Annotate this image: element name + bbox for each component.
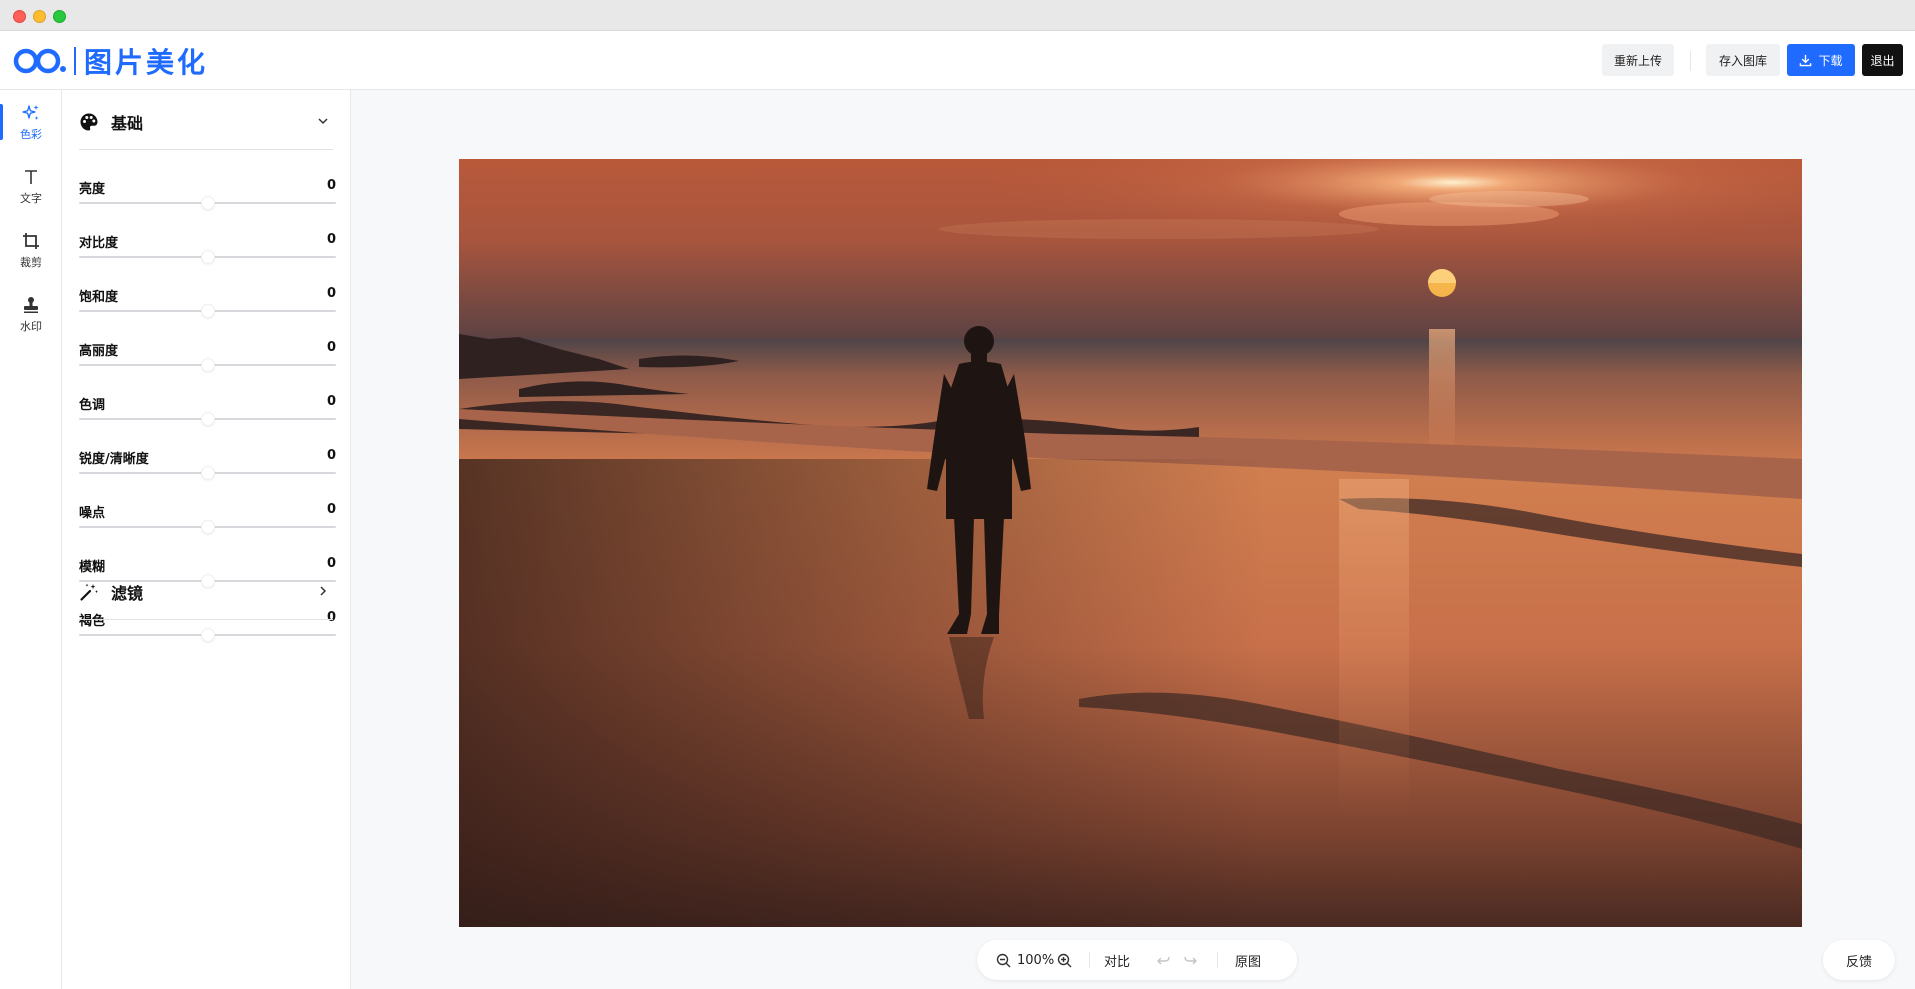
window-titlebar [0, 0, 1915, 31]
slider-thumb[interactable] [201, 250, 215, 264]
zoom-out-button[interactable] [996, 940, 1011, 980]
nav-label: 文字 [20, 191, 42, 205]
undo-button[interactable] [1156, 940, 1171, 980]
zoom-in-icon [1057, 953, 1072, 967]
zoom-in-button[interactable] [1057, 940, 1072, 980]
download-icon [1800, 54, 1812, 66]
app-title: 图片美化 [84, 46, 209, 79]
window-maximize-button[interactable] [53, 10, 66, 23]
slider-row: 高丽度 0 [79, 340, 336, 386]
exit-button[interactable]: 退出 [1862, 44, 1903, 76]
nav-label: 水印 [20, 319, 42, 333]
slider-thumb[interactable] [201, 520, 215, 534]
undo-icon [1157, 956, 1170, 964]
header-divider [1690, 51, 1691, 71]
slider-row: 亮度 0 [79, 178, 336, 224]
slider-label: 亮度 [79, 182, 106, 197]
slider-thumb[interactable] [201, 628, 215, 642]
slider-value: 0 [326, 286, 336, 301]
slider-value: 0 [326, 178, 336, 193]
slider-thumb[interactable] [201, 412, 215, 426]
slider-thumb[interactable] [201, 304, 215, 318]
logo-divider [74, 47, 76, 75]
slider-thumb[interactable] [201, 466, 215, 480]
zoom-level: 100% [1017, 952, 1055, 968]
nav-item-color[interactable]: 色彩 [0, 94, 62, 150]
edited-photo[interactable] [459, 159, 1802, 927]
slider-value: 0 [326, 232, 336, 247]
slider-label: 噪点 [79, 506, 106, 521]
toolbar-divider [1089, 952, 1090, 968]
slider-value: 0 [326, 340, 336, 355]
compare-button[interactable]: 对比 [1104, 940, 1130, 980]
text-icon [25, 169, 37, 184]
redo-button[interactable] [1183, 940, 1198, 980]
tool-sidebar: 色彩 文字 裁剪 水印 [0, 90, 62, 989]
infinity-logo-icon [13, 48, 66, 74]
zoom-out-icon [996, 953, 1011, 967]
download-button[interactable]: 下载 [1787, 44, 1855, 76]
slider-value: 0 [326, 502, 336, 517]
original-button[interactable]: 原图 [1235, 940, 1261, 980]
nav-item-crop[interactable]: 裁剪 [0, 222, 62, 278]
nav-item-text[interactable]: 文字 [0, 158, 62, 214]
section-basic-header[interactable]: 基础 [79, 94, 333, 150]
magic-wand-icon [80, 583, 98, 601]
slider-label: 饱和度 [79, 290, 119, 305]
slider-label: 对比度 [79, 236, 119, 251]
slider-row: 色调 0 [79, 394, 336, 440]
download-label: 下载 [1818, 53, 1843, 68]
view-toolbar: 100% 对比 原图 [977, 940, 1297, 980]
crop-icon [23, 232, 39, 249]
redo-icon [1184, 956, 1197, 964]
nav-item-watermark[interactable]: 水印 [0, 286, 62, 342]
nav-label: 色彩 [20, 127, 42, 141]
slider-row: 锐度/清晰度 0 [79, 448, 336, 494]
adjustment-panel: 基础 亮度 0 对比度 0 饱和度 0 高丽度 0 色调 0 锐度/清晰度 0 噪点 0 模糊 0 褐色 0 滤镜 [62, 90, 351, 989]
nav-label: 裁剪 [20, 255, 42, 269]
section-basic-title: 基础 [111, 113, 144, 133]
slider-value: 0 [326, 448, 336, 463]
reupload-button[interactable]: 重新上传 [1602, 44, 1674, 76]
window-minimize-button[interactable] [33, 10, 46, 23]
slider-thumb[interactable] [201, 358, 215, 372]
app-logo[interactable]: 图片美化 [12, 43, 208, 79]
app-header: 图片美化 重新上传 存入图库 下载 退出 [0, 31, 1915, 90]
chevron-right-icon [320, 586, 327, 596]
stamp-icon [24, 296, 38, 313]
slider-label: 高丽度 [79, 344, 119, 359]
slider-row: 噪点 0 [79, 502, 336, 548]
sparkles-icon [22, 104, 39, 120]
section-filters-header[interactable]: 滤镜 [79, 564, 333, 620]
feedback-button[interactable]: 反馈 [1823, 940, 1895, 980]
slider-row: 对比度 0 [79, 232, 336, 278]
active-indicator [0, 104, 3, 140]
slider-label: 色调 [79, 398, 106, 413]
window-close-button[interactable] [13, 10, 26, 23]
palette-icon [80, 113, 98, 130]
save-to-gallery-button[interactable]: 存入图库 [1706, 44, 1780, 76]
beach-sunset-image [459, 159, 1802, 927]
slider-label: 锐度/清晰度 [79, 452, 149, 467]
chevron-down-icon [318, 118, 328, 125]
slider-row: 饱和度 0 [79, 286, 336, 332]
slider-value: 0 [326, 394, 336, 409]
slider-thumb[interactable] [201, 196, 215, 210]
section-filters-title: 滤镜 [111, 583, 144, 603]
toolbar-divider [1217, 952, 1218, 968]
